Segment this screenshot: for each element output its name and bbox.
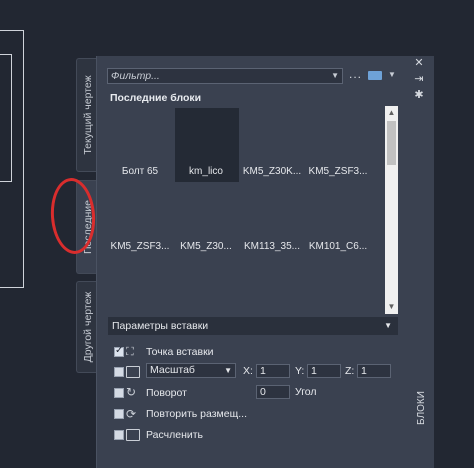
block-item-label[interactable]: KM5_ZSF3... bbox=[304, 166, 372, 177]
scroll-down-icon[interactable]: ▼ bbox=[385, 301, 398, 313]
block-item-label[interactable]: Болт 65 bbox=[106, 166, 174, 177]
chevron-down-icon: ▼ bbox=[224, 366, 232, 375]
settings-icon[interactable]: ✱ bbox=[413, 89, 425, 101]
rotation-checkbox[interactable] bbox=[114, 388, 124, 398]
scroll-up-icon[interactable]: ▲ bbox=[385, 107, 398, 119]
insertion-options-header[interactable]: Параметры вставки ▼ bbox=[108, 317, 398, 335]
scale-x-input[interactable]: 1 bbox=[256, 364, 290, 378]
insertion-point-checkbox[interactable] bbox=[114, 345, 124, 357]
scale-z-input[interactable]: 1 bbox=[357, 364, 391, 378]
angle-input[interactable]: 0 bbox=[256, 385, 290, 399]
drawing-frame-line bbox=[0, 181, 12, 182]
angle-label: Угол bbox=[295, 386, 317, 398]
section-title: Последние блоки bbox=[110, 92, 202, 104]
scale-checkbox[interactable] bbox=[114, 367, 124, 377]
scale-mode-select[interactable]: Масштаб ▼ bbox=[146, 363, 236, 378]
block-item-label[interactable]: KM5_Z30... bbox=[172, 241, 240, 252]
chevron-down-icon: ▼ bbox=[384, 321, 392, 330]
explode-icon bbox=[126, 429, 140, 441]
scale-y-input[interactable]: 1 bbox=[307, 364, 341, 378]
filter-input[interactable]: Фильтр... ▼ bbox=[107, 68, 343, 84]
explode-label: Расчленить bbox=[146, 429, 204, 441]
close-icon[interactable]: ✕ bbox=[413, 57, 425, 69]
drawing-frame-line bbox=[0, 30, 24, 31]
rotation-label: Поворот bbox=[146, 387, 187, 399]
explode-checkbox[interactable] bbox=[114, 430, 124, 440]
block-item-label[interactable]: KM113_35... bbox=[238, 241, 306, 252]
block-item-label[interactable]: KM5_ZSF3... bbox=[106, 241, 174, 252]
rotation-icon: ↻ bbox=[126, 385, 137, 399]
pin-icon[interactable]: ⇥ bbox=[413, 73, 425, 85]
block-item-label[interactable]: KM5_Z30K... bbox=[238, 166, 306, 177]
insertion-options-title: Параметры вставки bbox=[112, 320, 209, 332]
blocks-grid bbox=[108, 106, 384, 314]
browse-button[interactable]: ... bbox=[349, 67, 362, 81]
chevron-down-icon[interactable]: ▼ bbox=[388, 70, 396, 79]
scale-mode-value: Масштаб bbox=[150, 364, 195, 376]
tab-label: Текущий чертеж bbox=[81, 75, 94, 155]
drawing-frame-line bbox=[23, 30, 24, 288]
insertion-point-icon: ⛶ bbox=[126, 346, 134, 358]
insertion-point-label: Точка вставки bbox=[146, 346, 214, 358]
y-label: Y: bbox=[295, 365, 305, 377]
z-label: Z: bbox=[345, 365, 355, 377]
drawing-frame-line bbox=[0, 287, 24, 288]
repeat-placement-label: Повторить размещ... bbox=[146, 408, 247, 420]
repeat-placement-checkbox[interactable] bbox=[114, 409, 124, 419]
scale-icon bbox=[126, 366, 140, 378]
drawing-frame-line bbox=[11, 54, 12, 182]
scrollbar-thumb[interactable] bbox=[387, 121, 396, 165]
x-label: X: bbox=[243, 365, 253, 377]
palette-title: БЛОКИ bbox=[416, 391, 427, 425]
block-item-label[interactable]: km_lico bbox=[172, 166, 240, 177]
thumbnail-view-icon[interactable] bbox=[368, 71, 382, 80]
block-item-label[interactable]: KM101_C6... bbox=[304, 241, 372, 252]
tab-current-drawing[interactable]: Текущий чертеж bbox=[76, 58, 98, 172]
tab-other-drawing[interactable]: Другой чертеж bbox=[76, 281, 98, 373]
filter-placeholder: Фильтр... bbox=[111, 70, 160, 82]
repeat-placement-icon: ⟳ bbox=[126, 407, 137, 421]
tab-label: Другой чертеж bbox=[81, 291, 94, 363]
chevron-down-icon: ▼ bbox=[331, 71, 339, 80]
